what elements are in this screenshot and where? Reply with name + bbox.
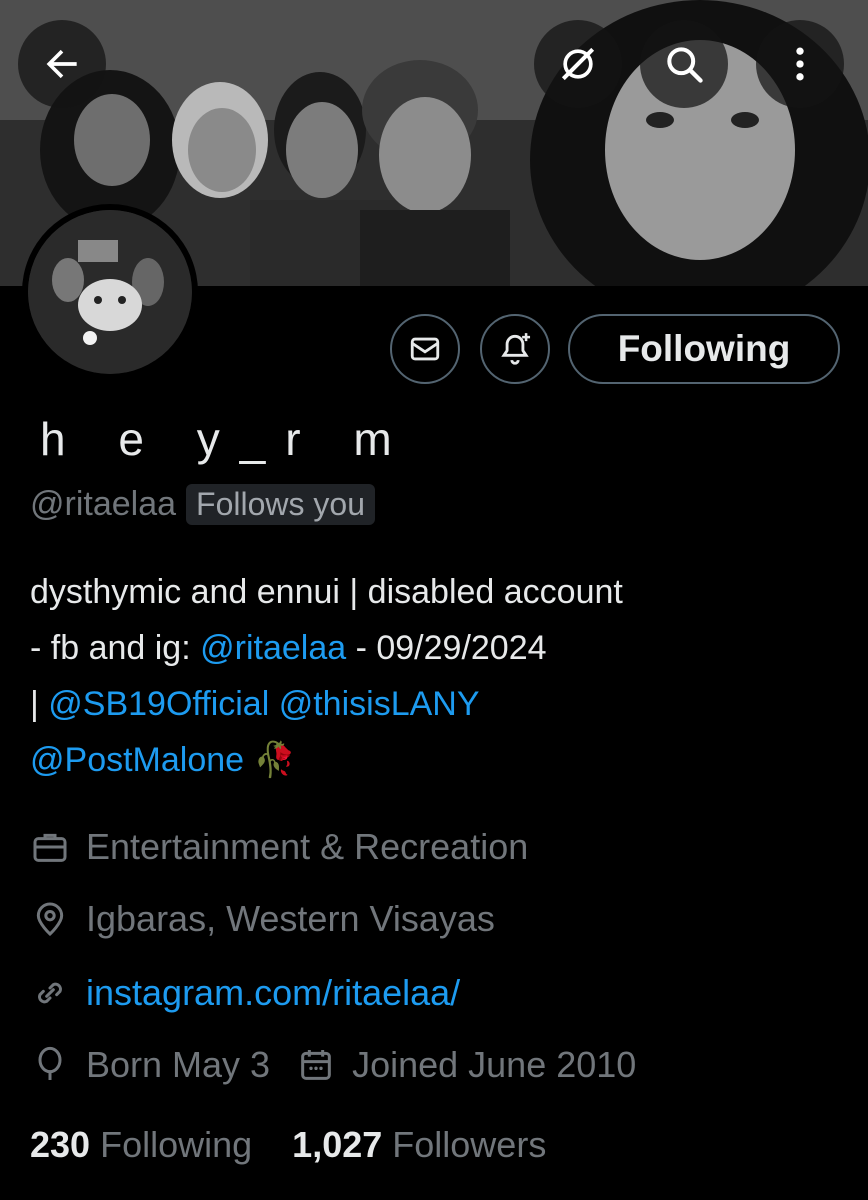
website-row: instagram.com/ritaelaa/ xyxy=(30,972,460,1014)
link-icon xyxy=(38,982,62,1004)
envelope-icon xyxy=(410,337,440,361)
followers-count-link[interactable]: 1,027 Followers xyxy=(292,1124,546,1166)
category-text: Entertainment & Recreation xyxy=(86,826,529,867)
category-row: Entertainment & Recreation xyxy=(30,826,528,868)
calendar-icon xyxy=(301,1050,331,1080)
mention-link[interactable]: @PostMalone xyxy=(30,741,244,779)
location-pin-icon xyxy=(36,902,64,937)
grok-icon xyxy=(561,47,595,81)
display-name: h e y_r m xyxy=(40,413,412,465)
birthday-text: Born May 3 xyxy=(86,1044,271,1085)
briefcase-icon xyxy=(33,833,67,862)
joined-text: Joined June 2010 xyxy=(352,1044,637,1085)
location-row: Igbaras, Western Visayas xyxy=(30,898,495,940)
handle-row: @ritaelaa Follows you xyxy=(30,484,375,525)
followers-count-label: Followers xyxy=(392,1124,547,1165)
avatar[interactable] xyxy=(22,204,198,380)
bio-line-1: dysthymic and ennui | disabled account xyxy=(30,573,623,611)
followers-count: 1,027 xyxy=(292,1124,383,1165)
follow-counts: 230 Following 1,027 Followers xyxy=(30,1124,546,1166)
follows-you-badge: Follows you xyxy=(186,484,375,525)
search-icon xyxy=(667,47,703,83)
following-count-label: Following xyxy=(100,1124,253,1165)
rose-emoji: 🥀 xyxy=(253,741,296,779)
more-vertical-icon xyxy=(796,47,804,81)
search-button[interactable] xyxy=(640,20,728,108)
grok-button[interactable] xyxy=(534,20,622,108)
message-button[interactable] xyxy=(390,314,460,384)
following-count-link[interactable]: 230 Following xyxy=(30,1124,252,1166)
bio: dysthymic and ennui | disabled account -… xyxy=(30,564,850,788)
website-link[interactable]: instagram.com/ritaelaa/ xyxy=(86,972,460,1014)
balloon-icon xyxy=(38,1046,62,1080)
handle: @ritaelaa xyxy=(30,485,177,523)
arrow-left-icon xyxy=(46,49,77,79)
following-count: 230 xyxy=(30,1124,91,1165)
dates-row: Born May 3 Joined June 2010 xyxy=(30,1044,636,1086)
mention-link[interactable]: @thisisLANY xyxy=(279,685,480,723)
bio-line-2: - fb and ig: @ritaelaa - 09/29/2024 xyxy=(30,629,547,667)
mention-link[interactable]: @ritaelaa xyxy=(200,629,346,667)
more-button[interactable] xyxy=(756,20,844,108)
mention-link[interactable]: @SB19Official xyxy=(48,685,269,723)
avatar-image xyxy=(28,210,192,374)
bio-line-3: | @SB19Official @thisisLANY xyxy=(30,685,480,723)
bell-plus-icon xyxy=(501,333,531,365)
back-button[interactable] xyxy=(18,20,106,108)
location-text: Igbaras, Western Visayas xyxy=(86,898,495,939)
bio-line-4: @PostMalone 🥀 xyxy=(30,732,850,788)
notifications-button[interactable] xyxy=(480,314,550,384)
following-button[interactable]: Following xyxy=(568,314,840,384)
